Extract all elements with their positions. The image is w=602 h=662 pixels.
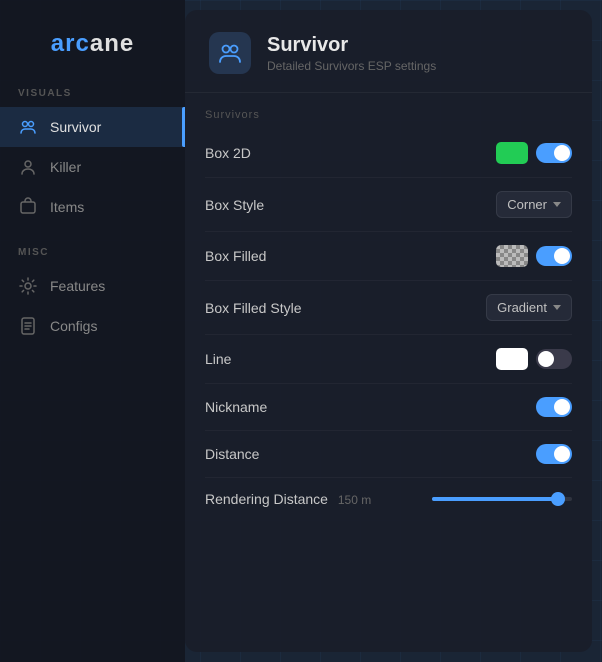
slider-thumb[interactable] [551, 492, 565, 506]
sidebar-item-killer-label: Killer [50, 159, 81, 175]
sidebar-item-killer[interactable]: Killer [0, 147, 185, 187]
killer-icon [18, 157, 38, 177]
box-filled-style-value: Gradient [497, 300, 547, 315]
items-icon [18, 197, 38, 217]
sidebar-item-features[interactable]: Features [0, 266, 185, 306]
sidebar-item-survivor[interactable]: Survivor [0, 107, 185, 147]
rendering-distance-value: 150 m [338, 493, 371, 507]
distance-controls [536, 444, 572, 464]
rendering-distance-slider[interactable] [432, 497, 572, 501]
survivor-icon [18, 117, 38, 137]
sidebar-item-configs-label: Configs [50, 318, 97, 334]
rendering-distance-row: Rendering Distance 150 m [205, 478, 572, 520]
app-container: arcane VISUALS Survivor Killer [0, 0, 602, 662]
nickname-controls [536, 397, 572, 417]
box-style-chevron [553, 202, 561, 207]
box-style-controls: Corner [496, 191, 572, 218]
line-label: Line [205, 351, 231, 367]
line-color-swatch[interactable] [496, 348, 528, 370]
configs-icon [18, 316, 38, 336]
logo-ane: ane [90, 30, 134, 57]
box2d-label: Box 2D [205, 145, 251, 161]
page-title: Survivor [267, 34, 436, 57]
main-header: Survivor Detailed Survivors ESP settings [185, 10, 592, 93]
box-filled-style-label: Box Filled Style [205, 300, 301, 316]
header-text: Survivor Detailed Survivors ESP settings [267, 34, 436, 73]
misc-section-label: MISC [0, 247, 185, 266]
content-area: Survivors Box 2D Box Style Corner [185, 93, 592, 652]
box-style-row: Box Style Corner [205, 178, 572, 232]
box-style-value: Corner [507, 197, 547, 212]
visuals-section-label: VISUALS [0, 88, 185, 107]
sidebar: arcane VISUALS Survivor Killer [0, 0, 185, 662]
box-filled-style-controls: Gradient [486, 294, 572, 321]
sidebar-item-items-label: Items [50, 199, 84, 215]
logo: arcane [0, 20, 185, 88]
box-style-dropdown[interactable]: Corner [496, 191, 572, 218]
sidebar-item-survivor-label: Survivor [50, 119, 101, 135]
sidebar-item-features-label: Features [50, 278, 105, 294]
nickname-toggle[interactable] [536, 397, 572, 417]
box-filled-label: Box Filled [205, 248, 266, 264]
box2d-row: Box 2D [205, 129, 572, 178]
box-style-label: Box Style [205, 197, 264, 213]
box-filled-toggle[interactable] [536, 246, 572, 266]
box-filled-style-row: Box Filled Style Gradient [205, 281, 572, 335]
page-subtitle: Detailed Survivors ESP settings [267, 59, 436, 73]
box2d-toggle[interactable] [536, 143, 572, 163]
features-icon [18, 276, 38, 296]
line-toggle[interactable] [536, 349, 572, 369]
rendering-distance-label: Rendering Distance 150 m [205, 491, 371, 507]
logo-arc: arc [51, 30, 90, 57]
box-filled-controls [496, 245, 572, 267]
distance-row: Distance [205, 431, 572, 478]
header-icon [209, 32, 251, 74]
nickname-row: Nickname [205, 384, 572, 431]
nickname-label: Nickname [205, 399, 267, 415]
line-controls [496, 348, 572, 370]
line-row: Line [205, 335, 572, 384]
box2d-color-swatch[interactable] [496, 142, 528, 164]
box-filled-style-dropdown[interactable]: Gradient [486, 294, 572, 321]
sidebar-item-configs[interactable]: Configs [0, 306, 185, 346]
distance-toggle[interactable] [536, 444, 572, 464]
box-filled-style-chevron [553, 305, 561, 310]
sidebar-item-items[interactable]: Items [0, 187, 185, 227]
main-content: Survivor Detailed Survivors ESP settings… [185, 10, 592, 652]
section-title: Survivors [205, 109, 572, 121]
rendering-distance-controls [432, 497, 572, 501]
box-filled-color-swatch[interactable] [496, 245, 528, 267]
distance-label: Distance [205, 446, 259, 462]
box2d-controls [496, 142, 572, 164]
slider-fill [432, 497, 558, 501]
box-filled-row: Box Filled [205, 232, 572, 281]
